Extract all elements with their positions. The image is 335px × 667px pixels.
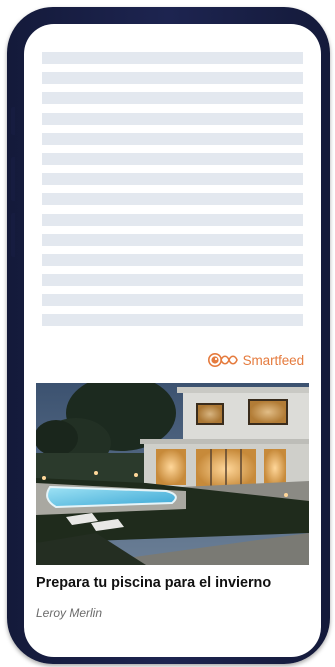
skeleton-line: [42, 152, 303, 165]
skeleton-line: [42, 314, 303, 327]
phone-volume-up-button: [11, 157, 15, 201]
phone-side-button: [11, 107, 15, 135]
content-skeleton-placeholder: [42, 52, 303, 335]
skeleton-line: [42, 274, 303, 287]
skeleton-line: [42, 173, 303, 186]
skeleton-line: [42, 253, 303, 266]
skeleton-line: [42, 233, 303, 246]
skeleton-line: [42, 52, 303, 64]
skeleton-line: [42, 92, 303, 105]
skeleton-line: [42, 294, 303, 307]
article-image[interactable]: [36, 383, 309, 565]
skeleton-line: [42, 213, 303, 226]
skeleton-line: [42, 112, 303, 125]
phone-volume-down-button: [11, 213, 15, 257]
house-with-pool-photo-icon: [36, 383, 309, 565]
skeleton-line: [42, 132, 303, 145]
article-source: Leroy Merlin: [36, 606, 103, 620]
brand-name: Smartfeed: [242, 352, 304, 368]
article-title[interactable]: Prepara tu piscina para el invierno: [36, 575, 316, 591]
skeleton-line: [42, 72, 303, 85]
phone-screen: Smartfeed Prepara tu piscina para el inv…: [24, 24, 321, 657]
smartfeed-brand-link[interactable]: Smartfeed: [207, 352, 304, 368]
smartfeed-logo-icon: [207, 353, 238, 367]
skeleton-line: [42, 193, 303, 206]
